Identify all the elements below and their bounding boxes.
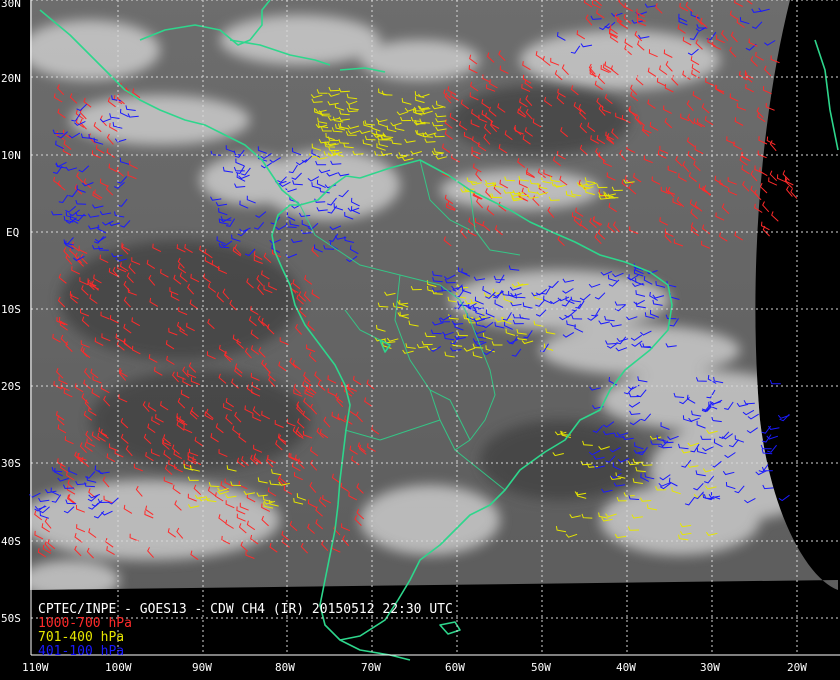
lat-label-30s: 30S (1, 457, 21, 470)
legend-low-level: 1000-700 hPa (38, 616, 132, 631)
lon-label-60w: 60W (445, 661, 465, 674)
lat-label-20n: 20N (1, 72, 21, 85)
lon-label-70w: 70W (361, 661, 381, 674)
lat-label-eq: EQ (6, 226, 19, 239)
lon-label-80w: 80W (275, 661, 295, 674)
legend-mid-level: 701-400 hPa (38, 630, 125, 645)
lat-label-50s: 50S (1, 612, 21, 625)
lon-label-100w: 100W (105, 661, 132, 674)
lon-label-30w: 30W (700, 661, 720, 674)
lat-label-40s: 40S (1, 535, 21, 548)
lon-label-40w: 40W (616, 661, 636, 674)
map-credits: CPTEC/INPE - GOES13 - CDW CH4 (IR) 20150… (38, 603, 453, 659)
lon-label-90w: 90W (192, 661, 212, 674)
lat-label-20s: 20S (1, 380, 21, 393)
lat-label-10s: 10S (1, 303, 21, 316)
lat-label-30n: 30N (1, 0, 21, 10)
map-title: CPTEC/INPE - GOES13 - CDW CH4 (IR) 20150… (38, 602, 453, 617)
satellite-wind-map: 30N 20N 10N EQ 10S 20S 30S 40S 50S 110W … (0, 0, 840, 680)
lon-label-20w: 20W (787, 661, 807, 674)
legend-high-level: 401-100 hPa (38, 644, 125, 659)
lon-label-110w: 110W (22, 661, 49, 674)
lat-label-10n: 10N (1, 149, 21, 162)
lon-label-50w: 50W (531, 661, 551, 674)
